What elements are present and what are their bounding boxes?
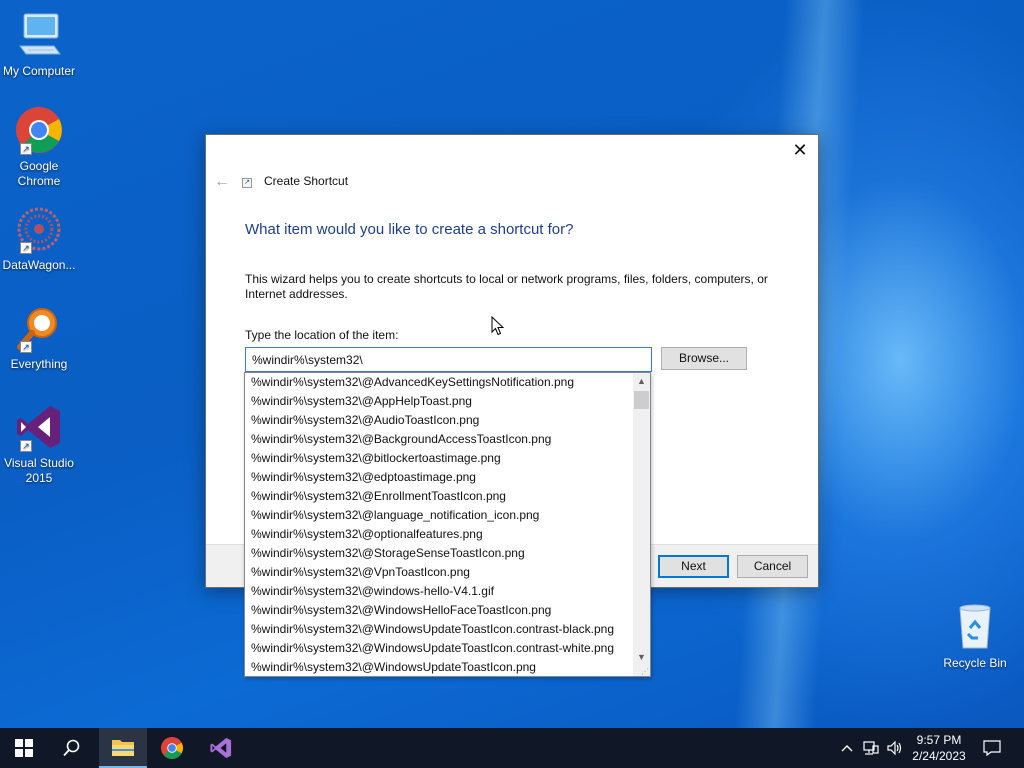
resize-grip-icon[interactable]: ⋰ bbox=[641, 667, 649, 676]
autocomplete-item[interactable]: %windir%\system32\@AdvancedKeySettingsNo… bbox=[245, 373, 634, 392]
desktop-icon-recycle-bin[interactable]: Recycle Bin bbox=[933, 602, 1017, 671]
autocomplete-item[interactable]: %windir%\system32\@VpnToastIcon.png bbox=[245, 563, 634, 582]
clock-date: 2/24/2023 bbox=[912, 749, 966, 763]
autocomplete-item[interactable]: %windir%\system32\@optionalfeatures.png bbox=[245, 525, 634, 544]
chrome-icon: ↗ bbox=[14, 105, 64, 155]
autocomplete-item[interactable]: %windir%\system32\@WindowsUpdateToastIco… bbox=[245, 620, 634, 639]
mouse-cursor-icon bbox=[491, 315, 505, 339]
autocomplete-scrollbar[interactable]: ▲ ▼ bbox=[633, 373, 650, 676]
desktop-icon-label: My Computer bbox=[2, 64, 76, 78]
desktop-icon-google-chrome[interactable]: ↗ Google Chrome bbox=[0, 105, 81, 189]
next-button[interactable]: Next bbox=[658, 555, 729, 578]
datawagon-icon: ↗ bbox=[14, 204, 64, 254]
desktop-icon-label: DataWagon... bbox=[2, 258, 76, 272]
visual-studio-icon: ↗ bbox=[14, 402, 64, 452]
shortcut-arrow-icon: ↗ bbox=[20, 143, 32, 155]
computer-icon bbox=[14, 10, 64, 60]
everything-search-icon: ↗ bbox=[14, 303, 64, 353]
autocomplete-item[interactable]: %windir%\system32\@EnrollmentToastIcon.p… bbox=[245, 487, 634, 506]
scroll-up-icon[interactable]: ▲ bbox=[633, 373, 650, 390]
autocomplete-item[interactable]: %windir%\system32\@WindowsUpdateToastIco… bbox=[245, 639, 634, 658]
desktop-icon-label: Google Chrome bbox=[17, 159, 61, 188]
search-button[interactable] bbox=[48, 728, 96, 768]
desktop-icon-datawagon[interactable]: ↗ DataWagon... bbox=[0, 204, 81, 273]
dialog-title: Create Shortcut bbox=[264, 174, 349, 188]
cancel-button[interactable]: Cancel bbox=[737, 555, 808, 578]
scrollbar-thumb[interactable] bbox=[634, 391, 649, 409]
autocomplete-item[interactable]: %windir%\system32\@language_notification… bbox=[245, 506, 634, 525]
taskbar: 9:57 PM 2/24/2023 bbox=[0, 728, 1024, 768]
desktop-icon-label: Everything bbox=[10, 357, 68, 371]
taskbar-clock[interactable]: 9:57 PM 2/24/2023 bbox=[904, 732, 974, 764]
volume-icon[interactable] bbox=[884, 728, 906, 768]
desktop-icon-label: Visual Studio 2015 bbox=[4, 456, 74, 485]
autocomplete-item[interactable]: %windir%\system32\@BackgroundAccessToast… bbox=[245, 430, 634, 449]
start-button[interactable] bbox=[0, 728, 48, 768]
dialog-description: This wizard helps you to create shortcut… bbox=[245, 272, 768, 301]
taskbar-visual-studio[interactable] bbox=[197, 728, 245, 768]
desktop-icon-my-computer[interactable]: My Computer bbox=[0, 10, 81, 79]
autocomplete-list: %windir%\system32\@AdvancedKeySettingsNo… bbox=[245, 373, 634, 676]
dialog-heading: What item would you like to create a sho… bbox=[245, 221, 574, 238]
browse-button[interactable]: Browse... bbox=[661, 347, 747, 370]
desktop-icon-visual-studio[interactable]: ↗ Visual Studio 2015 bbox=[0, 402, 81, 486]
recycle-bin-icon bbox=[950, 602, 1000, 652]
desktop-icon-everything[interactable]: ↗ Everything bbox=[0, 303, 81, 372]
autocomplete-item[interactable]: %windir%\system32\@edptoastimage.png bbox=[245, 468, 634, 487]
autocomplete-item[interactable]: %windir%\system32\@WindowsUpdateToastIco… bbox=[245, 658, 634, 676]
taskbar-file-explorer[interactable] bbox=[99, 728, 147, 768]
back-arrow-icon[interactable]: ← bbox=[214, 173, 230, 191]
desktop-icon-label: Recycle Bin bbox=[943, 656, 1007, 670]
autocomplete-item[interactable]: %windir%\system32\@windows-hello-V4.1.gi… bbox=[245, 582, 634, 601]
action-center-notification-icon[interactable] bbox=[978, 728, 1006, 768]
autocomplete-item[interactable]: %windir%\system32\@AppHelpToast.png bbox=[245, 392, 634, 411]
shortcut-arrow-icon: ↗ bbox=[20, 341, 32, 353]
taskbar-chrome[interactable] bbox=[148, 728, 196, 768]
autocomplete-item[interactable]: %windir%\system32\@AudioToastIcon.png bbox=[245, 411, 634, 430]
location-label: Type the location of the item: bbox=[245, 328, 399, 342]
autocomplete-item[interactable]: %windir%\system32\@WindowsHelloFaceToast… bbox=[245, 601, 634, 620]
scroll-down-icon[interactable]: ▼ bbox=[633, 649, 650, 666]
network-icon[interactable] bbox=[860, 728, 882, 768]
shortcut-arrow-icon: ↗ bbox=[20, 242, 32, 254]
autocomplete-item[interactable]: %windir%\system32\@StorageSenseToastIcon… bbox=[245, 544, 634, 563]
windows-logo-icon bbox=[15, 739, 33, 757]
visual-studio-icon bbox=[210, 737, 232, 759]
clock-time: 9:57 PM bbox=[916, 733, 962, 747]
chrome-icon bbox=[160, 736, 184, 760]
shortcut-icon: ↗ bbox=[242, 178, 252, 188]
folder-icon bbox=[112, 740, 134, 756]
autocomplete-dropdown: %windir%\system32\@AdvancedKeySettingsNo… bbox=[244, 372, 651, 677]
search-icon bbox=[63, 739, 80, 757]
close-icon[interactable]: ✕ bbox=[790, 141, 810, 161]
location-input[interactable] bbox=[245, 347, 652, 372]
autocomplete-item[interactable]: %windir%\system32\@bitlockertoastimage.p… bbox=[245, 449, 634, 468]
shortcut-arrow-icon: ↗ bbox=[20, 440, 32, 452]
show-hidden-icons-chevron-icon[interactable] bbox=[838, 728, 856, 768]
